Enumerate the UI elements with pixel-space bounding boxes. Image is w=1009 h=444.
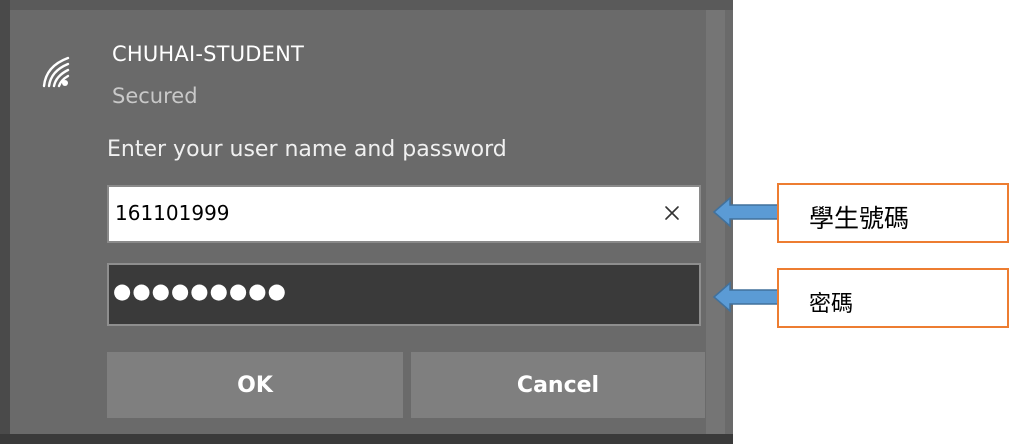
- ok-button[interactable]: OK: [107, 352, 403, 418]
- cancel-button[interactable]: Cancel: [411, 352, 705, 418]
- close-icon[interactable]: [659, 200, 685, 226]
- password-annotation-box: 密碼: [777, 268, 1009, 328]
- username-pointer-arrow: [712, 196, 781, 228]
- password-input[interactable]: ●●●●●●●●●: [107, 263, 701, 326]
- credentials-prompt: Enter your user name and password: [107, 137, 507, 162]
- password-pointer-arrow: [712, 281, 781, 313]
- network-security-status: Secured: [112, 84, 198, 108]
- username-annotation-box: 學生號碼: [777, 183, 1009, 243]
- wifi-connect-panel: CHUHAI-STUDENT Secured Enter your user n…: [0, 0, 733, 444]
- username-input[interactable]: 161101999: [107, 185, 701, 243]
- panel-left-edge: [0, 0, 10, 444]
- password-annotation-label: 密碼: [809, 292, 854, 317]
- username-value: 161101999: [115, 201, 230, 225]
- panel-top-edge: [0, 0, 733, 10]
- username-annotation-label: 學生號碼: [809, 204, 910, 233]
- panel-bottom-edge: [0, 434, 733, 444]
- password-value: ●●●●●●●●●: [113, 279, 287, 303]
- network-name: CHUHAI-STUDENT: [112, 42, 305, 66]
- wifi-secured-icon: [42, 56, 70, 88]
